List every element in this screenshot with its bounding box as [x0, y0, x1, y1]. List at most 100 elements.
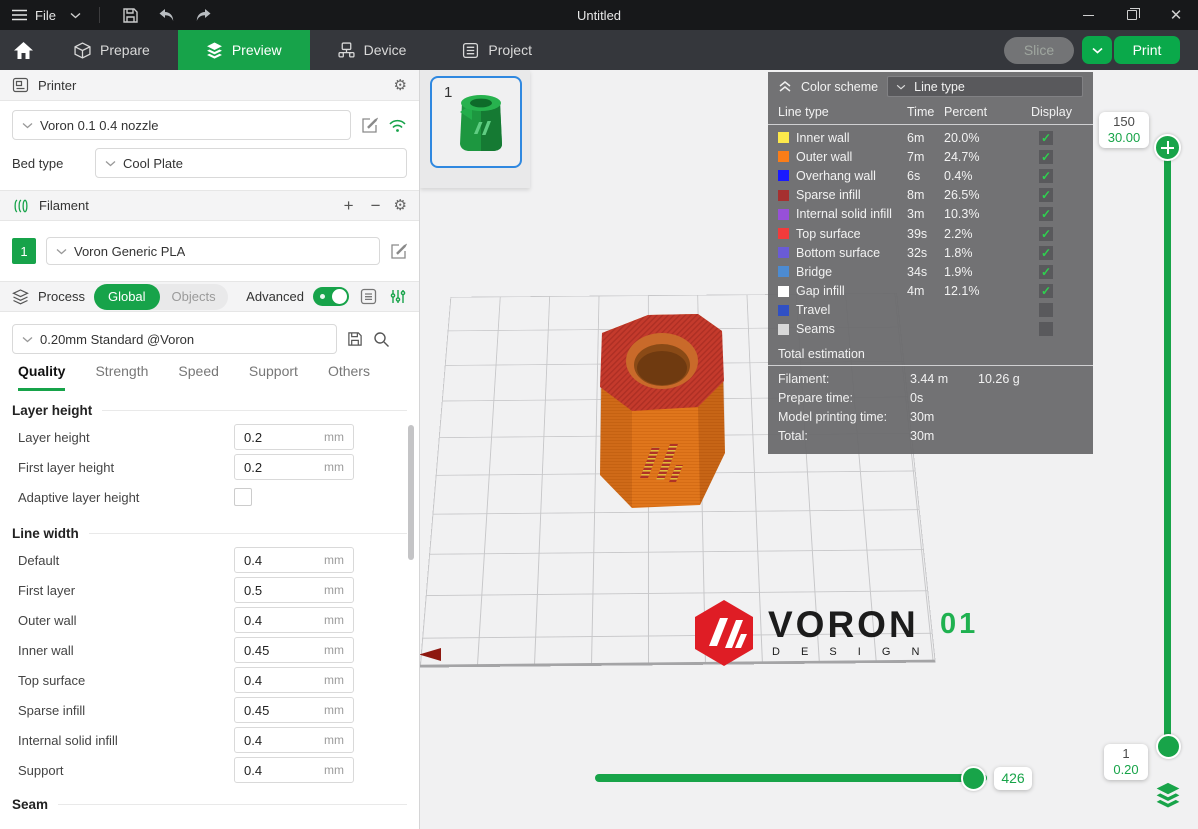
- move-slider-track[interactable]: [595, 774, 987, 782]
- display-checkbox[interactable]: [1039, 246, 1053, 260]
- layers-view-icon[interactable]: [1154, 782, 1182, 808]
- scope-global[interactable]: Global: [94, 284, 160, 310]
- color-swatch: [778, 286, 789, 297]
- bed-brand-logo: VORON D E S I G N: [692, 598, 928, 668]
- file-menu-button[interactable]: File: [12, 8, 81, 23]
- display-checkbox[interactable]: [1039, 265, 1053, 279]
- tab-prepare[interactable]: Prepare: [46, 30, 178, 70]
- display-checkbox[interactable]: [1039, 169, 1053, 183]
- setting-label: First layer height: [18, 460, 234, 475]
- process-preset-select[interactable]: 0.20mm Standard @Voron: [12, 324, 337, 354]
- advanced-toggle[interactable]: [313, 287, 349, 306]
- line-width-inner-wall-input[interactable]: 0.45mm: [234, 637, 354, 663]
- display-checkbox[interactable]: [1039, 303, 1053, 317]
- plate-thumbnail[interactable]: 1: [430, 76, 522, 168]
- printer-preset-row: Voron 0.1 0.4 nozzle: [0, 110, 419, 140]
- color-scheme-title: Color scheme: [801, 80, 878, 94]
- process-section-title: Process: [38, 289, 85, 304]
- undo-button[interactable]: [154, 4, 180, 26]
- slice-button[interactable]: Slice: [1004, 37, 1074, 64]
- line-width-internal-solid-input[interactable]: 0.4mm: [234, 727, 354, 753]
- filament-settings-gear-icon[interactable]: ⚙: [394, 198, 407, 213]
- setting-label: Adaptive layer height: [18, 490, 234, 505]
- print-button[interactable]: Print: [1114, 36, 1180, 64]
- layer-slider-bottom-handle[interactable]: [1156, 734, 1181, 759]
- redo-button[interactable]: [190, 4, 216, 26]
- bed-type-select[interactable]: Cool Plate: [95, 148, 407, 178]
- filament-preset-select[interactable]: Voron Generic PLA: [46, 237, 380, 265]
- process-tabs: Quality Strength Speed Support Others: [0, 354, 419, 391]
- first-layer-height-input[interactable]: 0.2 mm: [234, 454, 354, 480]
- preview-viewport[interactable]: 1: [420, 70, 1198, 829]
- display-checkbox[interactable]: [1039, 150, 1053, 164]
- line-width-default-input[interactable]: 0.4mm: [234, 547, 354, 573]
- setting-label: Default: [18, 553, 234, 568]
- hamburger-icon: [12, 9, 27, 21]
- filament-section-title: Filament: [39, 198, 89, 213]
- display-checkbox[interactable]: [1039, 322, 1053, 336]
- tab-project[interactable]: Project: [434, 30, 560, 70]
- view-mode-value: Line type: [914, 80, 965, 94]
- tab-label: Preview: [232, 42, 282, 58]
- layer-height-input[interactable]: 0.2 mm: [234, 424, 354, 450]
- add-filament-button[interactable]: +: [340, 196, 358, 216]
- setting-row: Layer height 0.2 mm: [0, 422, 419, 452]
- tab-preview[interactable]: Preview: [178, 30, 310, 70]
- adaptive-layer-height-checkbox[interactable]: [234, 488, 252, 506]
- home-button[interactable]: [0, 30, 46, 70]
- edit-filament-icon[interactable]: [390, 243, 407, 260]
- line-width-outer-wall-input[interactable]: 0.4mm: [234, 607, 354, 633]
- setting-row: First layer 0.5mm: [0, 575, 419, 605]
- save-preset-icon[interactable]: [347, 331, 363, 347]
- display-checkbox[interactable]: [1039, 207, 1053, 221]
- tab-support[interactable]: Support: [249, 354, 298, 391]
- display-checkbox[interactable]: [1039, 284, 1053, 298]
- printer-settings-gear-icon[interactable]: ⚙: [394, 78, 407, 93]
- display-checkbox[interactable]: [1039, 188, 1053, 202]
- tab-strength[interactable]: Strength: [95, 354, 148, 391]
- filament-section-header: Filament + − ⚙: [0, 190, 419, 221]
- color-swatch: [778, 170, 789, 181]
- minimize-icon: [1083, 15, 1094, 16]
- save-button[interactable]: [118, 4, 144, 26]
- layer-range-slider-track[interactable]: [1164, 148, 1171, 748]
- line-width-top-surface-input[interactable]: 0.4mm: [234, 667, 354, 693]
- search-settings-icon[interactable]: [373, 331, 390, 348]
- remove-filament-button[interactable]: −: [367, 196, 385, 216]
- line-width-first-layer-input[interactable]: 0.5mm: [234, 577, 354, 603]
- setting-row: Support 0.4mm: [0, 755, 419, 785]
- line-width-support-input[interactable]: 0.4mm: [234, 757, 354, 783]
- collapse-panel-icon[interactable]: [778, 81, 792, 92]
- sliced-model[interactable]: [570, 305, 745, 520]
- tab-others[interactable]: Others: [328, 354, 370, 391]
- sidebar-scrollbar[interactable]: [408, 425, 414, 560]
- layer-slider-top-handle[interactable]: [1154, 134, 1181, 161]
- wifi-connection-icon[interactable]: [388, 118, 407, 133]
- display-checkbox[interactable]: [1039, 227, 1053, 241]
- tab-device[interactable]: Device: [310, 30, 435, 70]
- device-icon: [338, 42, 355, 59]
- line-width-sparse-infill-input[interactable]: 0.45mm: [234, 697, 354, 723]
- print-dropdown-button[interactable]: [1082, 36, 1112, 64]
- scope-objects[interactable]: Objects: [160, 289, 228, 304]
- printer-section-title: Printer: [38, 78, 76, 93]
- close-button[interactable]: ✕: [1154, 0, 1198, 30]
- legend-row: Internal solid infill3m10.3%: [768, 205, 1093, 224]
- settings-sidebar: Printer ⚙ Voron 0.1 0.4 nozzle Bed type …: [0, 70, 420, 829]
- display-checkbox[interactable]: [1039, 131, 1053, 145]
- setting-label: First layer: [18, 583, 234, 598]
- tune-parameters-icon[interactable]: [387, 287, 407, 307]
- setting-row: First layer height 0.2 mm: [0, 452, 419, 482]
- parameter-list-icon[interactable]: [358, 287, 378, 307]
- maximize-button[interactable]: [1110, 0, 1154, 30]
- printer-section-header: Printer ⚙: [0, 70, 419, 101]
- view-mode-select[interactable]: Line type: [887, 76, 1083, 97]
- total-row: Filament:3.44 m10.26 g: [768, 369, 1093, 388]
- tab-quality[interactable]: Quality: [18, 354, 65, 391]
- edit-printer-icon[interactable]: [361, 117, 378, 134]
- printer-preset-select[interactable]: Voron 0.1 0.4 nozzle: [12, 110, 351, 140]
- process-scope-toggle[interactable]: Global Objects: [94, 284, 228, 310]
- move-slider-handle[interactable]: [961, 766, 986, 791]
- minimize-button[interactable]: [1066, 0, 1110, 30]
- tab-speed[interactable]: Speed: [178, 354, 218, 391]
